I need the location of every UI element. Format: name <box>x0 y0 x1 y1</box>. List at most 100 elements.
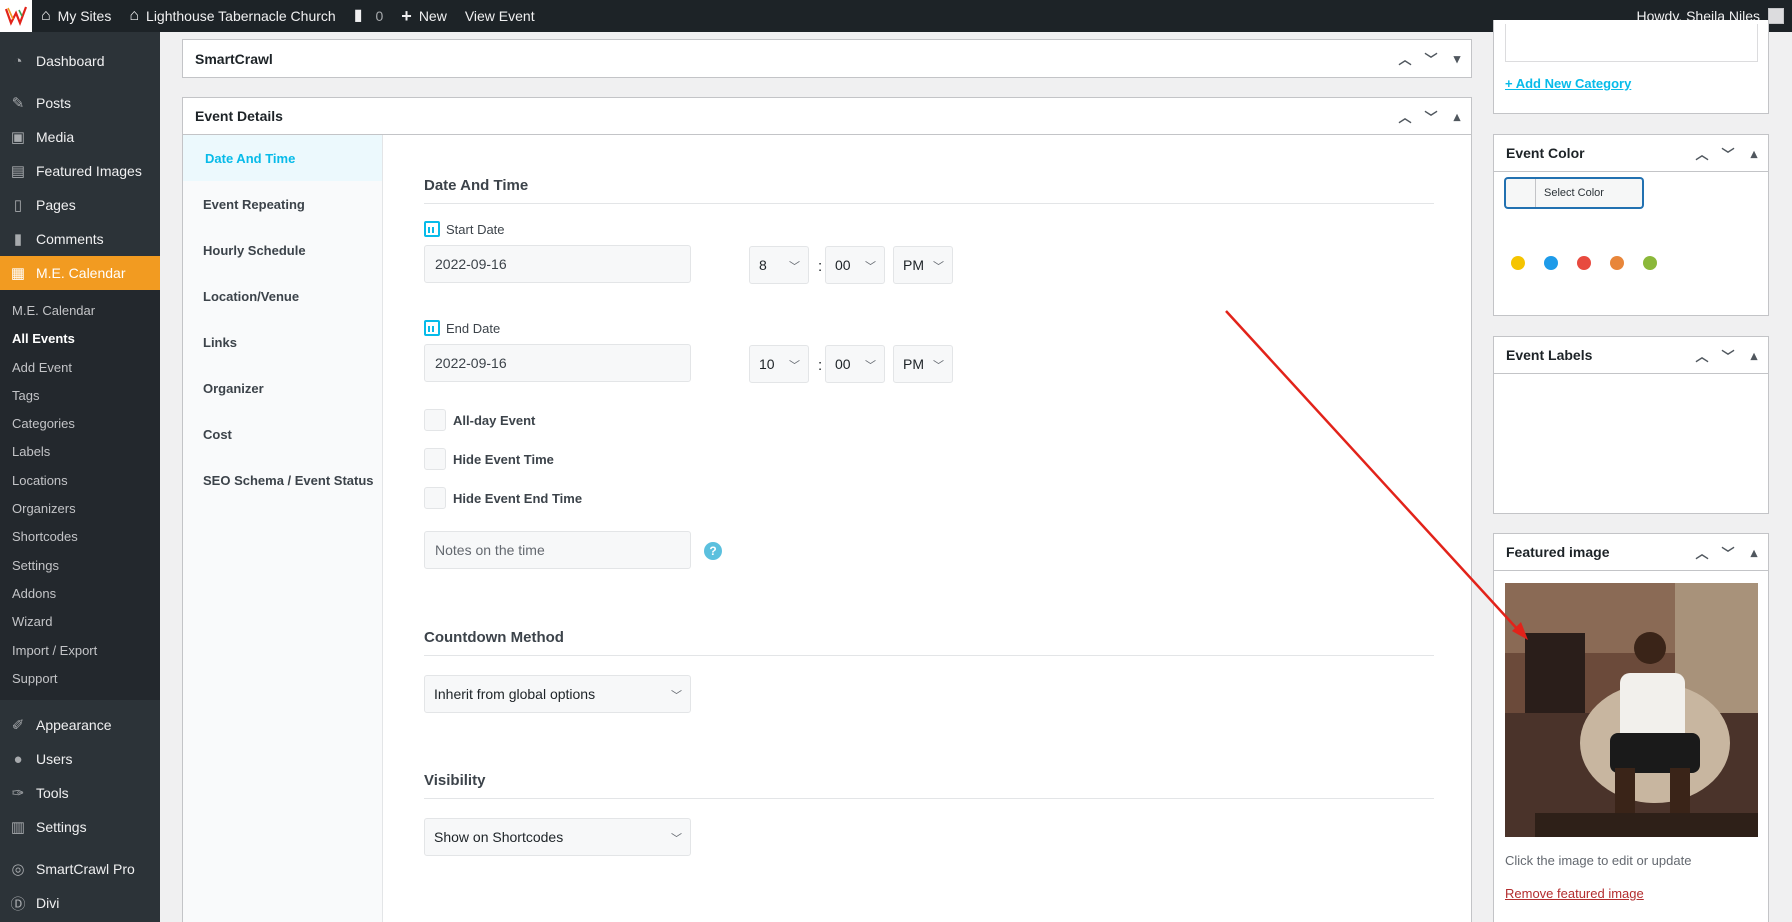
move-down-icon[interactable]: ﹀ <box>1423 107 1439 126</box>
tab-hourly-schedule[interactable]: Hourly Schedule <box>183 227 382 273</box>
move-up-icon[interactable]: ︿ <box>1694 346 1710 365</box>
submenu-item[interactable]: Categories <box>0 410 160 438</box>
media-icon: ▣ <box>10 129 26 146</box>
event-details-header[interactable]: Event Details ︿ ﹀ ▴ <box>183 98 1471 135</box>
color-option-blue[interactable] <box>1544 256 1558 270</box>
move-up-icon[interactable]: ︿ <box>1397 107 1413 126</box>
my-sites-link[interactable]: ⌂ My Sites <box>32 0 120 32</box>
all-day-checkbox[interactable] <box>424 409 446 431</box>
submenu-item[interactable]: Tags <box>0 382 160 410</box>
featured-image-header[interactable]: Featured image ︿ ﹀ ▴ <box>1494 534 1768 571</box>
hide-end-time-checkbox-row[interactable]: Hide Event End Time <box>424 487 582 509</box>
submenu-item[interactable]: Support <box>0 665 160 693</box>
move-down-icon[interactable]: ﹀ <box>1720 346 1736 365</box>
submenu-item[interactable]: Wizard <box>0 608 160 636</box>
hide-end-time-checkbox[interactable] <box>424 487 446 509</box>
smartcrawl-header[interactable]: SmartCrawl ︿ ﹀ ▾ <box>183 40 1471 77</box>
start-date-input[interactable]: 2022-09-16 <box>424 245 691 283</box>
menu-media[interactable]: ▣ Media <box>0 120 160 154</box>
submenu-item[interactable]: Organizers <box>0 495 160 523</box>
remove-featured-image-link[interactable]: Remove featured image <box>1505 886 1644 901</box>
notes-on-time-input[interactable]: Notes on the time <box>424 531 691 569</box>
submenu-item[interactable]: Settings <box>0 552 160 580</box>
menu-settings[interactable]: ▥ Settings <box>0 810 160 844</box>
add-new-category-link[interactable]: + Add New Category <box>1505 76 1631 91</box>
comment-icon: ▮ <box>353 7 363 24</box>
submenu-item[interactable]: Addons <box>0 580 160 608</box>
menu-tools[interactable]: ✑ Tools <box>0 776 160 810</box>
tab-location-venue[interactable]: Location/Venue <box>183 273 382 319</box>
end-hour-select[interactable]: 10 ﹀ <box>749 345 809 383</box>
color-option-red[interactable] <box>1577 256 1591 270</box>
all-day-checkbox-row[interactable]: All-day Event <box>424 409 535 431</box>
end-ampm-select[interactable]: PM ﹀ <box>893 345 953 383</box>
event-labels-header[interactable]: Event Labels ︿ ﹀ ▴ <box>1494 337 1768 374</box>
toggle-panel-icon[interactable]: ▴ <box>1746 146 1762 162</box>
end-date-input[interactable]: 2022-09-16 <box>424 344 691 382</box>
menu-comments[interactable]: ▮ Comments <box>0 222 160 256</box>
event-details-box: Event Details ︿ ﹀ ▴ Date And Time Event … <box>182 97 1472 922</box>
tab-event-repeating[interactable]: Event Repeating <box>183 181 382 227</box>
start-ampm-select[interactable]: PM ﹀ <box>893 246 953 284</box>
menu-divi[interactable]: Ⓓ Divi <box>0 886 160 920</box>
me-calendar-submenu: M.E. Calendar All Events Add Event Tags … <box>0 290 160 701</box>
move-down-icon[interactable]: ﹀ <box>1720 144 1736 163</box>
calendar-icon: ▦ <box>10 265 26 282</box>
submenu-item[interactable]: Add Event <box>0 354 160 382</box>
menu-me-calendar[interactable]: ▦ M.E. Calendar <box>0 256 160 290</box>
move-up-icon[interactable]: ︿ <box>1694 543 1710 562</box>
start-minute-select[interactable]: 00 ﹀ <box>825 246 885 284</box>
hide-time-checkbox-row[interactable]: Hide Event Time <box>424 448 554 470</box>
help-icon[interactable]: ? <box>704 542 722 560</box>
toggle-panel-icon[interactable]: ▾ <box>1449 51 1465 67</box>
comments-link[interactable]: ▮ 0 <box>345 0 393 32</box>
menu-appearance[interactable]: ✐ Appearance <box>0 708 160 742</box>
visibility-select[interactable]: Show on Shortcodes ﹀ <box>424 818 691 856</box>
tab-seo-schema[interactable]: SEO Schema / Event Status <box>183 457 382 503</box>
view-event-link[interactable]: View Event <box>456 0 544 32</box>
divider <box>424 655 1434 656</box>
calendar-icon <box>424 221 440 237</box>
event-color-header[interactable]: Event Color ︿ ﹀ ▴ <box>1494 135 1768 172</box>
toggle-panel-icon[interactable]: ▴ <box>1746 348 1762 364</box>
site-name-link[interactable]: ⌂ Lighthouse Tabernacle Church <box>120 0 344 32</box>
hide-time-checkbox[interactable] <box>424 448 446 470</box>
menu-smartcrawl-pro[interactable]: ◎ SmartCrawl Pro <box>0 852 160 886</box>
dashboard-icon: ◔ <box>13 52 23 70</box>
move-up-icon[interactable]: ︿ <box>1397 49 1413 68</box>
menu-posts[interactable]: ✎ Posts <box>0 86 160 120</box>
submenu-item-all-events[interactable]: All Events <box>0 325 160 353</box>
toggle-panel-icon[interactable]: ▴ <box>1449 109 1465 125</box>
move-down-icon[interactable]: ﹀ <box>1720 543 1736 562</box>
submenu-item[interactable]: Locations <box>0 467 160 495</box>
color-option-yellow[interactable] <box>1511 256 1525 270</box>
countdown-method-select[interactable]: Inherit from global options ﹀ <box>424 675 691 713</box>
home-network-icon: ⌂ <box>41 7 51 24</box>
end-minute-select[interactable]: 00 ﹀ <box>825 345 885 383</box>
paintbrush-icon: ✐ <box>11 717 25 735</box>
move-down-icon[interactable]: ﹀ <box>1423 49 1439 68</box>
start-hour-select[interactable]: 8 ﹀ <box>749 246 809 284</box>
select-color-button[interactable]: Select Color <box>1505 178 1643 208</box>
featured-image-thumbnail[interactable] <box>1505 583 1758 837</box>
new-content-link[interactable]: + New <box>392 0 456 32</box>
wrench-icon: ✑ <box>11 785 25 803</box>
tab-organizer[interactable]: Organizer <box>183 365 382 411</box>
color-option-green[interactable] <box>1643 256 1657 270</box>
menu-users[interactable]: ● Users <box>0 742 160 776</box>
tab-cost[interactable]: Cost <box>183 411 382 457</box>
toggle-panel-icon[interactable]: ▴ <box>1746 545 1762 561</box>
featured-image-hint: Click the image to edit or update <box>1505 853 1692 868</box>
menu-dashboard[interactable]: ◔ Dashboard <box>0 44 160 78</box>
menu-featured-images[interactable]: ▤ Featured Images <box>0 154 160 188</box>
submenu-item[interactable]: Labels <box>0 438 160 466</box>
color-option-orange[interactable] <box>1610 256 1624 270</box>
submenu-item[interactable]: Import / Export <box>0 637 160 665</box>
menu-pages[interactable]: ▯ Pages <box>0 188 160 222</box>
tab-date-and-time[interactable]: Date And Time <box>183 135 382 181</box>
submenu-item[interactable]: M.E. Calendar <box>0 297 160 325</box>
move-up-icon[interactable]: ︿ <box>1694 144 1710 163</box>
tab-links[interactable]: Links <box>183 319 382 365</box>
submenu-item[interactable]: Shortcodes <box>0 523 160 551</box>
wp-logo-icon[interactable] <box>0 0 32 32</box>
